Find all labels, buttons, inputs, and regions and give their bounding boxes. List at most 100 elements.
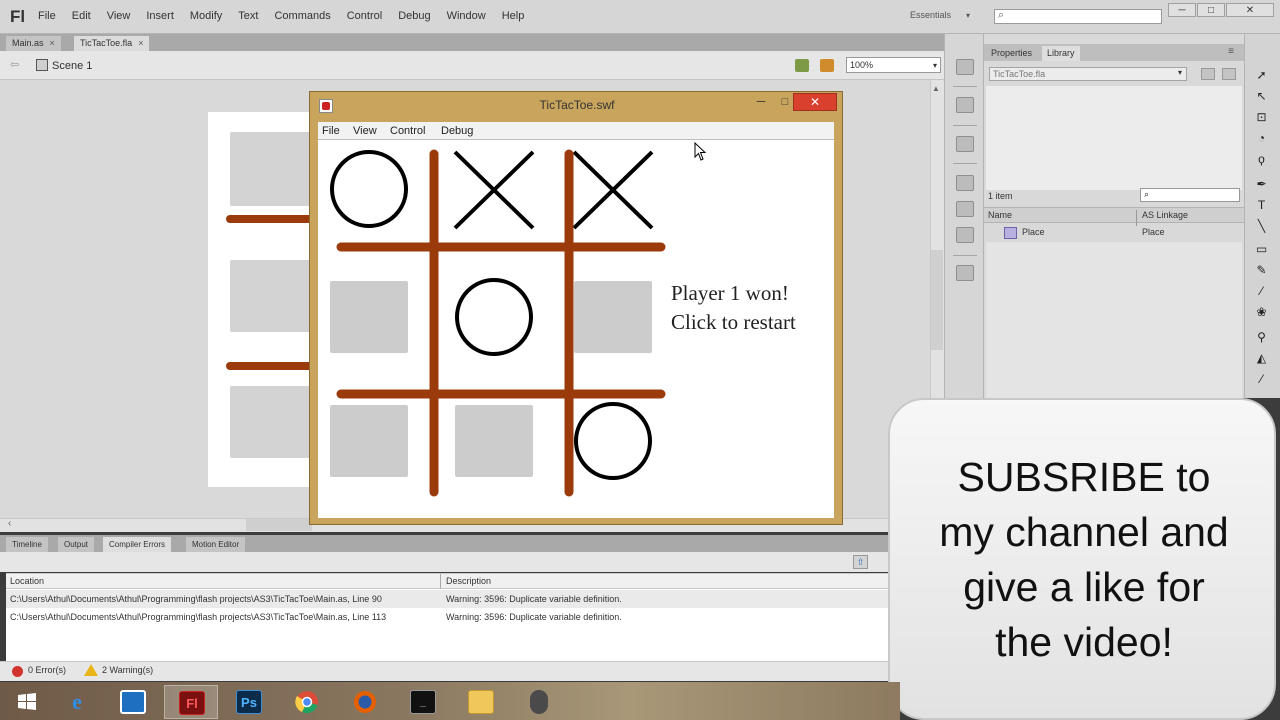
taskbar-file-explorer[interactable] xyxy=(454,685,508,719)
swf-minimize-button[interactable]: ─ xyxy=(750,94,772,110)
edit-scene-icon[interactable] xyxy=(795,59,809,72)
empty-cell[interactable] xyxy=(330,281,408,353)
stage-grid-line xyxy=(226,362,318,370)
restart-message[interactable]: Click to restart xyxy=(671,310,796,335)
tab-timeline[interactable]: Timeline xyxy=(6,537,48,552)
back-arrow-icon[interactable]: ⇦ xyxy=(10,58,19,71)
empty-cell[interactable] xyxy=(574,281,652,353)
chevron-left-icon[interactable]: ‹ xyxy=(8,518,11,529)
menu-window[interactable]: Window xyxy=(447,10,486,22)
taskbar-firefox[interactable] xyxy=(338,685,392,719)
tab-properties[interactable]: Properties xyxy=(986,46,1037,61)
swf-menu-view[interactable]: View xyxy=(353,125,377,137)
selection-tool-icon[interactable]: ➚ xyxy=(1254,68,1269,82)
tab-main-as[interactable]: Main.as × xyxy=(6,36,61,51)
stage[interactable] xyxy=(208,112,318,487)
help-search-input[interactable]: ⌕ xyxy=(994,9,1162,24)
swf-menu-file[interactable]: File xyxy=(322,125,340,137)
maximize-button[interactable]: □ xyxy=(1197,3,1225,17)
deco-tool-icon[interactable]: ❀ xyxy=(1254,305,1269,319)
pencil-tool-icon[interactable]: ✎ xyxy=(1254,263,1269,277)
error-count: 0 Error(s) xyxy=(28,665,66,675)
new-library-panel-icon[interactable] xyxy=(1222,68,1236,80)
text-tool-icon[interactable]: T xyxy=(1254,198,1269,212)
swatches-panel-icon[interactable] xyxy=(956,201,974,217)
taskbar-internet-explorer[interactable]: e xyxy=(50,685,104,719)
error-row[interactable]: C:\Users\Athul\Documents\Athul\Programmi… xyxy=(6,590,888,608)
tab-output[interactable]: Output xyxy=(58,537,95,552)
empty-cell[interactable] xyxy=(330,405,408,477)
3d-rotation-tool-icon[interactable]: ◔ xyxy=(1254,131,1269,145)
eyedropper-tool-icon[interactable]: ⁄ xyxy=(1254,372,1269,386)
menu-insert[interactable]: Insert xyxy=(146,10,174,22)
tab-compiler-errors[interactable]: Compiler Errors xyxy=(103,537,172,552)
close-button[interactable]: ✕ xyxy=(1226,3,1274,17)
close-icon[interactable]: × xyxy=(138,38,143,48)
panel-menu-icon[interactable]: ≡ xyxy=(1228,46,1234,57)
taskbar-photoshop[interactable]: Ps xyxy=(222,685,276,719)
line-tool-icon[interactable]: ╲ xyxy=(1254,219,1269,233)
tab-motion-editor[interactable]: Motion Editor xyxy=(186,537,246,552)
transform-panel-icon[interactable] xyxy=(956,227,974,243)
error-location: C:\Users\Athul\Documents\Athul\Programmi… xyxy=(10,594,382,604)
swf-close-button[interactable]: ✕ xyxy=(793,93,837,111)
tab-tictactoe-fla[interactable]: TicTacToe.fla × xyxy=(74,36,150,51)
swf-menu-control[interactable]: Control xyxy=(390,125,425,137)
menu-control[interactable]: Control xyxy=(347,10,382,22)
menu-commands[interactable]: Commands xyxy=(274,10,330,22)
game-canvas[interactable]: Player 1 won! Click to restart xyxy=(318,140,834,518)
chevron-up-icon[interactable]: ▲ xyxy=(932,84,940,93)
lasso-tool-icon[interactable]: ϙ xyxy=(1254,152,1269,166)
library-item[interactable]: Place Place xyxy=(984,224,1244,240)
close-icon[interactable]: × xyxy=(50,38,55,48)
pen-tool-icon[interactable]: ✒ xyxy=(1254,177,1269,191)
menu-text[interactable]: Text xyxy=(238,10,258,22)
tab-label: Main.as xyxy=(12,38,44,48)
swf-menu-debug[interactable]: Debug xyxy=(441,125,473,137)
menu-file[interactable]: File xyxy=(38,10,56,22)
library-document-select[interactable]: TicTacToe.fla ▾ xyxy=(989,67,1187,81)
color-panel-icon[interactable] xyxy=(956,175,974,191)
library-search-input[interactable]: ⌕ xyxy=(1140,188,1240,202)
go-to-source-icon[interactable]: ⇧ xyxy=(853,555,868,569)
taskbar-chrome[interactable] xyxy=(280,685,334,719)
pin-library-icon[interactable] xyxy=(1201,68,1215,80)
vertical-scroll-thumb[interactable] xyxy=(931,250,943,350)
library-panel-icon[interactable] xyxy=(956,97,974,113)
workspace-switcher[interactable]: Essentials xyxy=(910,10,951,20)
rectangle-tool-icon[interactable]: ▭ xyxy=(1254,242,1269,256)
taskbar-flash-pro[interactable]: Fl xyxy=(164,685,218,719)
tab-library[interactable]: Library xyxy=(1042,46,1080,61)
zoom-select[interactable]: 100% ▾ xyxy=(846,57,941,73)
column-location[interactable]: Location xyxy=(10,576,44,586)
column-name[interactable]: Name xyxy=(988,210,1012,220)
chevron-down-icon[interactable]: ▾ xyxy=(966,11,970,20)
library-column-header: Name AS Linkage xyxy=(984,207,1244,226)
menu-modify[interactable]: Modify xyxy=(190,10,222,22)
menu-edit[interactable]: Edit xyxy=(72,10,91,22)
column-description[interactable]: Description xyxy=(446,576,491,586)
bone-tool-icon[interactable]: ⚲ xyxy=(1254,330,1269,344)
taskbar-command-prompt[interactable]: _ xyxy=(396,685,450,719)
menu-debug[interactable]: Debug xyxy=(398,10,430,22)
free-transform-tool-icon[interactable]: ⊡ xyxy=(1254,110,1269,124)
minimize-button[interactable]: ─ xyxy=(1168,3,1196,17)
horizontal-scroll-thumb[interactable] xyxy=(246,519,312,531)
error-row[interactable]: C:\Users\Athul\Documents\Athul\Programmi… xyxy=(6,608,888,626)
column-as-linkage[interactable]: AS Linkage xyxy=(1142,210,1188,220)
empty-cell[interactable] xyxy=(455,405,533,477)
paint-bucket-tool-icon[interactable]: ◭ xyxy=(1254,351,1269,365)
zoom-value: 100% xyxy=(850,60,874,70)
start-button[interactable] xyxy=(0,685,54,719)
properties-panel-icon[interactable] xyxy=(956,59,974,75)
subselection-tool-icon[interactable]: ↖ xyxy=(1254,89,1269,103)
menu-view[interactable]: View xyxy=(107,10,131,22)
components-panel-icon[interactable] xyxy=(956,265,974,281)
taskbar-media-app[interactable] xyxy=(512,685,566,719)
brush-tool-icon[interactable]: ⁄ xyxy=(1254,284,1269,298)
swf-player-window[interactable]: TicTacToe.swf ─ □ ✕ File View Control De… xyxy=(309,91,843,525)
taskbar-store[interactable] xyxy=(106,685,160,719)
edit-symbols-icon[interactable] xyxy=(820,59,834,72)
menu-help[interactable]: Help xyxy=(502,10,525,22)
align-panel-icon[interactable] xyxy=(956,136,974,152)
